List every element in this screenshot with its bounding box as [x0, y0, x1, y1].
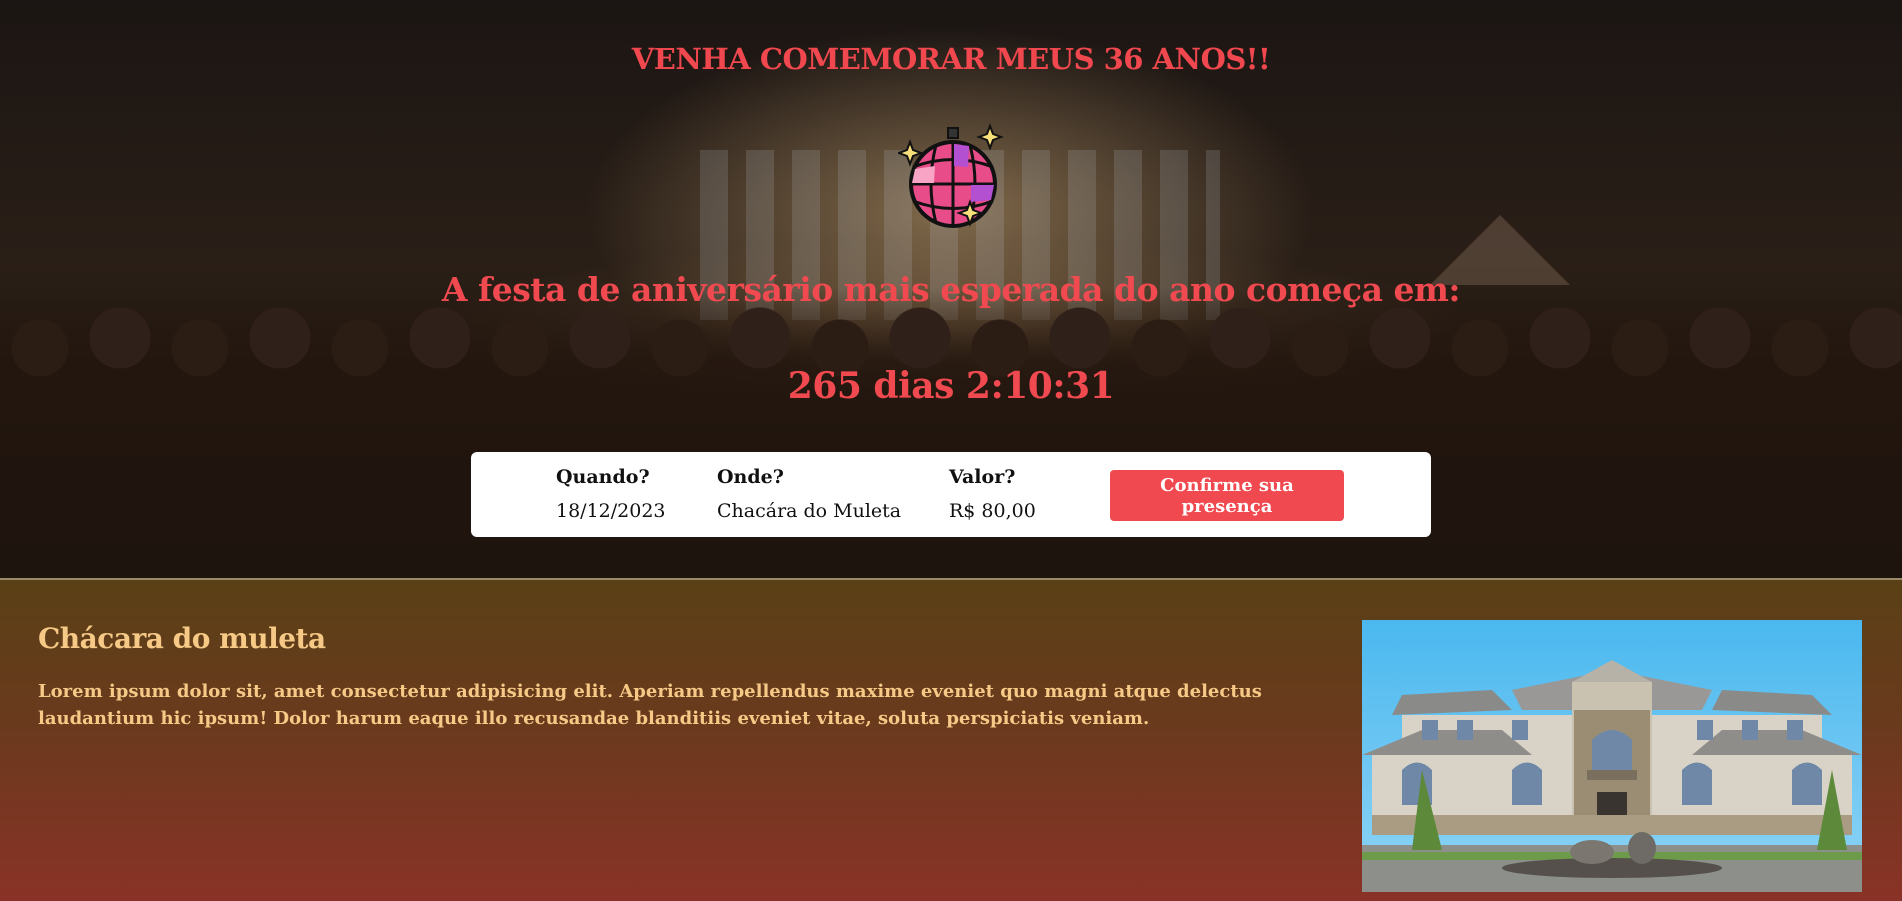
date-value: 18/12/2023 — [556, 500, 666, 522]
venue-description: Lorem ipsum dolor sit, amet consectetur … — [38, 681, 1262, 729]
price-value: R$ 80,00 — [949, 500, 1036, 522]
price-label: Valor? — [949, 466, 1016, 488]
date-label: Quando? — [556, 466, 650, 488]
countdown-intro: A festa de aniversário mais esperada do … — [441, 270, 1461, 309]
event-info-card: Quando? 18/12/2023 Onde? Chacára do Mule… — [471, 452, 1431, 537]
page-title: VENHA COMEMORAR MEUS 36 ANOS!! — [631, 42, 1271, 76]
event-price: Valor? R$ 80,00 — [949, 466, 1036, 522]
event-location: Onde? Chacára do Muleta — [717, 466, 901, 522]
event-date: Quando? 18/12/2023 — [556, 466, 666, 522]
venue-section: Chácara do muleta Lorem ipsum dolor sit,… — [0, 580, 1902, 901]
confirm-attendance-button[interactable]: Confirme sua presença — [1110, 470, 1344, 521]
location-value: Chacára do Muleta — [717, 500, 902, 522]
hero-section: VENHA COMEMORAR MEUS 36 ANOS!! A festa d… — [0, 0, 1902, 578]
venue-title: Chácara do muleta — [38, 622, 326, 655]
disco-ball-icon — [898, 123, 1004, 228]
house-photo — [1362, 620, 1862, 892]
countdown-timer: 265 dias 2:10:31 — [787, 365, 1115, 407]
location-label: Onde? — [717, 466, 784, 488]
